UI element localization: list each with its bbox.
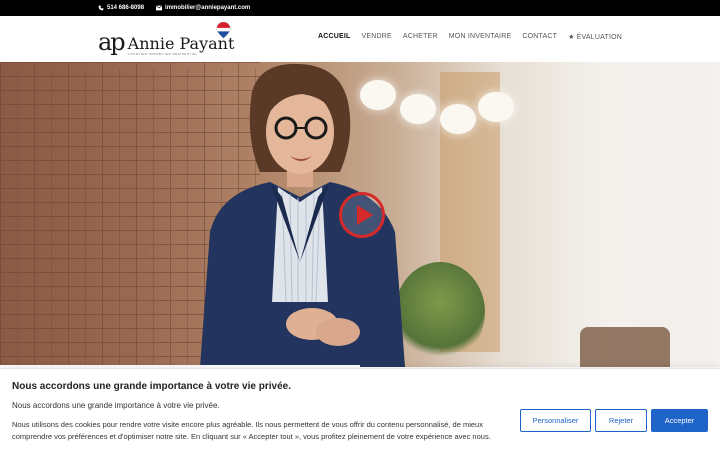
main-nav: ACCUEIL VENDRE ACHETER MON INVENTAIRE CO… — [318, 33, 622, 41]
phone-icon — [98, 5, 104, 11]
pendant-lamp — [440, 104, 476, 134]
cookie-subtitle: Nous accordons une grande importance à v… — [12, 401, 220, 410]
nav-item-evaluation[interactable]: ★ ÉVALUATION — [568, 33, 622, 41]
remax-balloon-icon — [216, 22, 231, 39]
cookie-description: Nous utilisons des cookies pour rendre v… — [12, 420, 491, 441]
play-button[interactable] — [339, 192, 385, 238]
window-light — [520, 62, 720, 367]
phone-link[interactable]: 514 686-8098 — [98, 5, 144, 11]
cookie-consent-banner: Nous accordons une grande importance à v… — [0, 368, 720, 450]
chair — [580, 327, 670, 367]
logo-monogram: ap — [98, 28, 126, 56]
hero-progress-strip — [0, 365, 360, 367]
play-icon — [356, 205, 373, 225]
nav-item-vendre[interactable]: VENDRE — [362, 33, 392, 41]
envelope-icon — [156, 5, 163, 11]
phone-number: 514 686-8098 — [107, 5, 145, 11]
nav-item-acheter[interactable]: ACHETER — [403, 33, 438, 41]
nav-item-mon-inventaire[interactable]: MON INVENTAIRE — [449, 33, 512, 41]
nav-item-accueil[interactable]: ACCUEIL — [318, 33, 351, 41]
email-address: immobilier@anniepayant.com — [165, 5, 251, 11]
cookie-title: Nous accordons une grande importance à v… — [12, 381, 291, 392]
hero-video[interactable] — [0, 62, 720, 367]
email-link[interactable]: immobilier@anniepayant.com — [156, 5, 250, 11]
nav-item-contact[interactable]: CONTACT — [522, 33, 557, 41]
site-header: ap Annie Payant COURTIER IMMOBILIER RÉSI… — [0, 16, 720, 62]
customize-button[interactable]: Personnaliser — [520, 409, 591, 432]
reject-button[interactable]: Rejeter — [595, 409, 647, 432]
pendant-lamp — [478, 92, 514, 122]
accept-button[interactable]: Accepter — [651, 409, 708, 432]
presenter-image — [200, 63, 405, 367]
logo-tagline: COURTIER IMMOBILIER RÉSIDENTIEL — [127, 52, 198, 56]
site-logo[interactable]: ap Annie Payant COURTIER IMMOBILIER RÉSI… — [98, 22, 234, 56]
top-contact-bar: 514 686-8098 immobilier@anniepayant.com — [0, 0, 720, 16]
